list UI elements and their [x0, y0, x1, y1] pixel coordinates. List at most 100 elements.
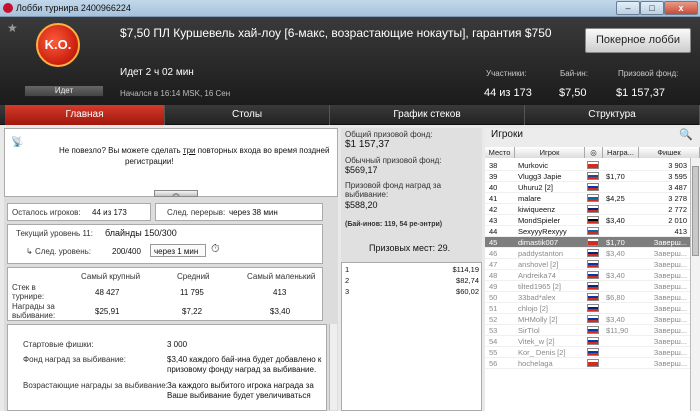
scrollbar-thumb[interactable]	[692, 166, 699, 256]
table-row[interactable]: 42 kiwiqueenz 2 772	[485, 204, 690, 215]
table-row[interactable]: 49 tilted1965 [2] Заверш...	[485, 281, 690, 292]
poker-lobby-button[interactable]: Покерное лобби	[585, 28, 691, 53]
player-place: 42	[489, 205, 498, 214]
bounty-prize-label-2: выбивание:	[345, 190, 389, 199]
regular-prize-label: Обычный призовой фонд:	[345, 156, 442, 165]
column-player[interactable]: Игрок	[515, 147, 585, 158]
player-name: SexyyyRexyyy	[518, 227, 567, 236]
reentry-count-link[interactable]: три	[183, 146, 196, 155]
player-chips: Заверш...	[653, 271, 687, 280]
table-row[interactable]: 53 SirTIol $11,90 Заверш...	[485, 325, 690, 336]
player-name: SirTIol	[518, 326, 540, 335]
player-chips: 2 010	[668, 216, 687, 225]
player-name: tilted1965 [2]	[518, 282, 561, 291]
tournament-lobby-window: Лобби турнира 2400966224 – □ x ★ K.O. Ид…	[0, 0, 700, 411]
table-row[interactable]: 43 MondSpieler $3,40 2 010	[485, 215, 690, 226]
bounty-label: Награды за	[12, 302, 55, 311]
country-flag-icon	[587, 172, 599, 180]
table-row[interactable]: 46 paddystanton $3,40 Заверш...	[485, 248, 690, 259]
column-chips[interactable]: Фишек	[639, 147, 700, 158]
country-flag-icon	[587, 282, 599, 290]
country-flag-icon	[587, 161, 599, 169]
bounty-label-2: выбивание:	[12, 311, 56, 320]
table-row[interactable]: 47 anshovel [2] Заверш...	[485, 259, 690, 270]
country-flag-icon	[587, 227, 599, 235]
close-button[interactable]: x	[664, 1, 698, 15]
start-time: Начался в 16:14 MSK, 16 Сен	[120, 89, 231, 98]
table-row[interactable]: 40 Uhuru2 [2] 3 487	[485, 182, 690, 193]
table-row[interactable]: 44 SexyyyRexyyy 413	[485, 226, 690, 237]
next-level-label: ↳ След. уровень:	[26, 247, 91, 256]
tab-structure[interactable]: Структура	[525, 105, 700, 125]
column-bounty[interactable]: Награ...	[603, 147, 639, 158]
smallest-bounty: $3,40	[270, 307, 291, 316]
player-name: dimastik007	[518, 238, 559, 247]
notice-box: 📡 Не повезло? Вы можете сделать три повт…	[4, 128, 338, 197]
prize-value: $1 157,37	[616, 87, 665, 99]
player-bounty: $3,40	[606, 216, 625, 225]
regular-prize-value: $569,17	[345, 165, 378, 175]
player-name: Murkovic	[518, 161, 549, 170]
column-country[interactable]: ◎	[585, 147, 603, 158]
search-icon[interactable]: 🔍	[679, 128, 693, 141]
prize-panel: Общий призовой фонд: $1 157,37 Обычный п…	[341, 128, 482, 411]
player-name: hochelaga	[518, 359, 553, 368]
player-chips: Заверш...	[653, 315, 687, 324]
table-row[interactable]: 50 33bad*alex $6,80 Заверш...	[485, 292, 690, 303]
player-name: Vlugg3 Japie	[518, 172, 562, 181]
table-row[interactable]: 56 hochelaga Заверш...	[485, 358, 690, 369]
country-flag-icon	[587, 315, 599, 323]
player-place: 44	[489, 227, 498, 236]
table-row[interactable]: 52 MHMolly [2] $3,40 Заверш...	[485, 314, 690, 325]
column-place[interactable]: Место	[485, 147, 515, 158]
player-place: 50	[489, 293, 498, 302]
player-name: MondSpieler	[518, 216, 561, 225]
prize-list: 1 $114,19 2 $82,74 3 $60,02	[341, 262, 482, 411]
table-row[interactable]: 45 dimastik007 $1,70 Заверш...	[485, 237, 690, 248]
player-chips: Заверш...	[653, 282, 687, 291]
player-name: paddystanton	[518, 249, 564, 258]
players-left-label: Осталось игроков:	[12, 208, 81, 217]
largest-column-header: Самый крупный	[81, 272, 141, 281]
tab-bar: Главная Столы График стеков Структура	[0, 105, 700, 125]
tab-stack-chart[interactable]: График стеков	[330, 105, 525, 125]
tab-tables[interactable]: Столы	[165, 105, 330, 125]
next-level-time: через 1 мин	[150, 244, 206, 257]
table-row[interactable]: 48 Andreika74 $3,40 Заверш...	[485, 270, 690, 281]
player-chips: Заверш...	[653, 326, 687, 335]
paid-places: Призовых мест: 29.	[369, 243, 451, 253]
table-row[interactable]: 55 Kor_ Denis [2] Заверш...	[485, 347, 690, 358]
collapse-handle[interactable]: ︽	[154, 190, 198, 197]
player-name: MHMolly [2]	[518, 315, 558, 324]
star-icon[interactable]: ★	[7, 21, 18, 35]
table-row[interactable]: 51 chlojo [2] Заверш...	[485, 303, 690, 314]
players-left-value: 44 из 173	[92, 208, 127, 217]
prize-place: 1	[345, 265, 350, 274]
table-row[interactable]: 39 Vlugg3 Japie $1,70 3 595	[485, 171, 690, 182]
info-scrollbar[interactable]	[329, 324, 337, 410]
country-flag-icon	[587, 337, 599, 345]
minimize-button[interactable]: –	[616, 1, 640, 15]
globe-icon: ◎	[590, 148, 597, 157]
player-bounty: $3,40	[606, 249, 625, 258]
notice-text: Не повезло? Вы можете сделать три повтор…	[59, 146, 329, 155]
table-row[interactable]: 38 Murkovic 3 903	[485, 160, 690, 171]
players-scrollbar[interactable]	[690, 158, 700, 411]
timer-icon: ⏱	[211, 243, 220, 255]
tab-main[interactable]: Главная	[5, 105, 165, 125]
current-level-value: блайнды 150/300	[105, 228, 177, 238]
player-name: Uhuru2 [2]	[518, 183, 554, 192]
antenna-icon: 📡	[11, 137, 24, 148]
maximize-button[interactable]: □	[640, 1, 664, 15]
player-bounty: $4,25	[606, 194, 625, 203]
player-chips: 3 487	[668, 183, 687, 192]
watermark-logo: PL	[636, 391, 651, 403]
country-flag-icon	[587, 194, 599, 202]
player-chips: 3 278	[668, 194, 687, 203]
notice-text-end: повторных входа во время поздней	[195, 146, 330, 155]
table-row[interactable]: 54 Vitek_w [2] Заверш...	[485, 336, 690, 347]
tournament-name: $7,50 ПЛ Куршевель хай-лоу [6-макс, возр…	[120, 26, 552, 40]
player-chips: Заверш...	[653, 348, 687, 357]
stack-stats-box: Самый крупный Средний Самый маленький Ст…	[7, 267, 323, 321]
table-row[interactable]: 41 malare $4,25 3 278	[485, 193, 690, 204]
